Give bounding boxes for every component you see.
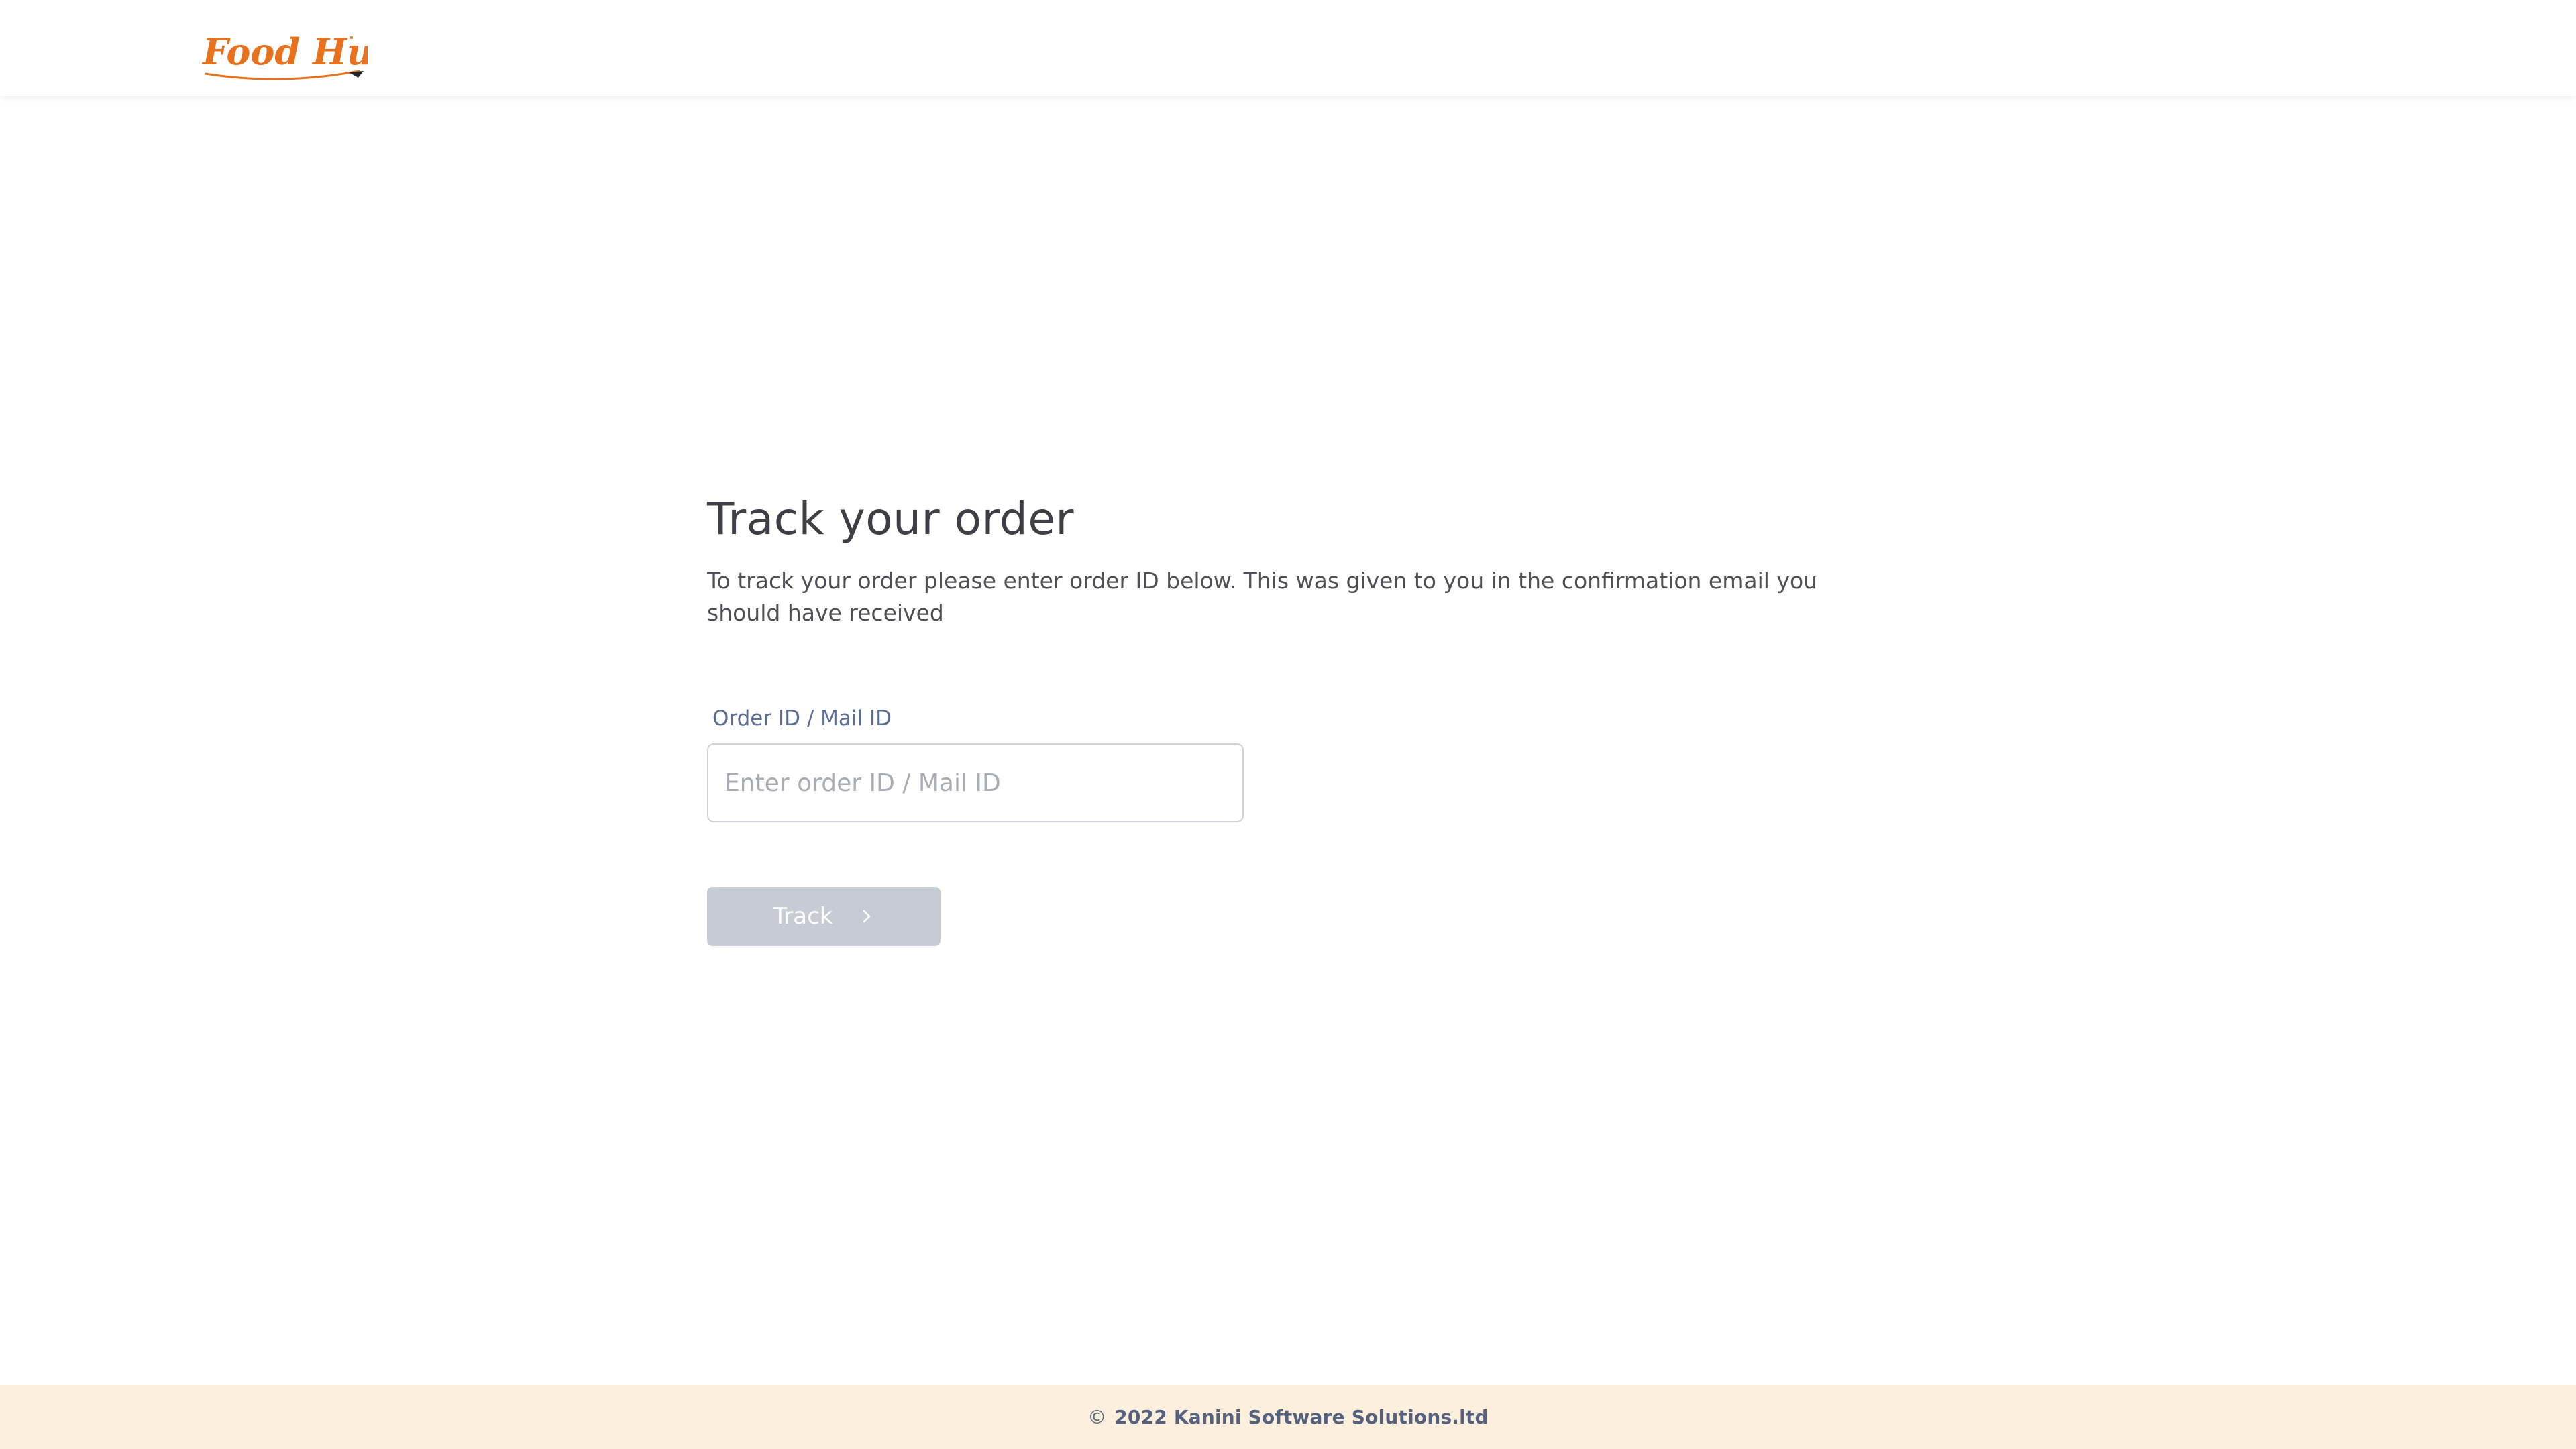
page-title: Track your order <box>707 493 1075 545</box>
track-button[interactable]: Track <box>707 887 941 946</box>
track-button-label: Track <box>773 903 833 930</box>
top-header: Food Hut <box>0 0 2576 96</box>
instructions-text: To track your order please enter order I… <box>707 568 1818 626</box>
track-order-section: Track your order To track your order ple… <box>707 490 1847 946</box>
order-id-field <box>707 743 1244 822</box>
order-id-input[interactable] <box>708 745 1242 821</box>
logo-wordmark: Food Hut <box>201 30 368 73</box>
footer-copyright-text: 2022 Kanini Software Solutions.ltd <box>1114 1405 1489 1428</box>
chevron-right-icon <box>863 910 871 923</box>
order-id-label: Order ID / Mail ID <box>712 706 892 731</box>
food-hut-logo-image: Food Hut <box>201 30 390 80</box>
copyright-icon: © <box>1087 1405 1107 1428</box>
food-hut-logo[interactable]: Food Hut <box>200 24 390 85</box>
page-footer: © 2022 Kanini Software Solutions.ltd <box>0 1385 2576 1449</box>
